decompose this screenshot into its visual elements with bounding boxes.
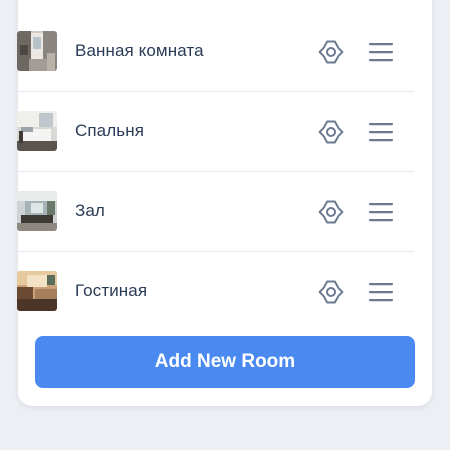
gear-icon[interactable] (317, 38, 345, 66)
room-row-living-room[interactable]: Гостиная (17, 252, 414, 332)
gear-icon[interactable] (317, 278, 345, 306)
drag-handle-icon[interactable] (369, 201, 393, 223)
room-name: Спальня (75, 121, 145, 140)
room-name: Ванная комната (75, 41, 204, 60)
room-thumbnail-bathroom (17, 31, 57, 71)
room-name: Гостиная (75, 281, 148, 300)
gear-icon[interactable] (317, 198, 345, 226)
add-new-room-button[interactable]: Add New Room (35, 336, 415, 388)
room-thumbnail-hall (17, 191, 57, 231)
room-thumbnail-living-room (17, 271, 57, 311)
drag-handle-icon[interactable] (369, 41, 393, 63)
gear-icon[interactable] (317, 118, 345, 146)
room-row-bedroom[interactable]: Спальня (17, 92, 414, 172)
drag-handle-icon[interactable] (369, 121, 393, 143)
room-thumbnail-bedroom (17, 111, 57, 151)
room-row-hall[interactable]: Зал (17, 172, 414, 252)
drag-handle-icon[interactable] (369, 281, 393, 303)
room-list: Ванная комната Спальня Зал Гостиная (17, 12, 414, 332)
room-name: Зал (75, 201, 105, 220)
room-row-bathroom[interactable]: Ванная комната (17, 12, 414, 92)
